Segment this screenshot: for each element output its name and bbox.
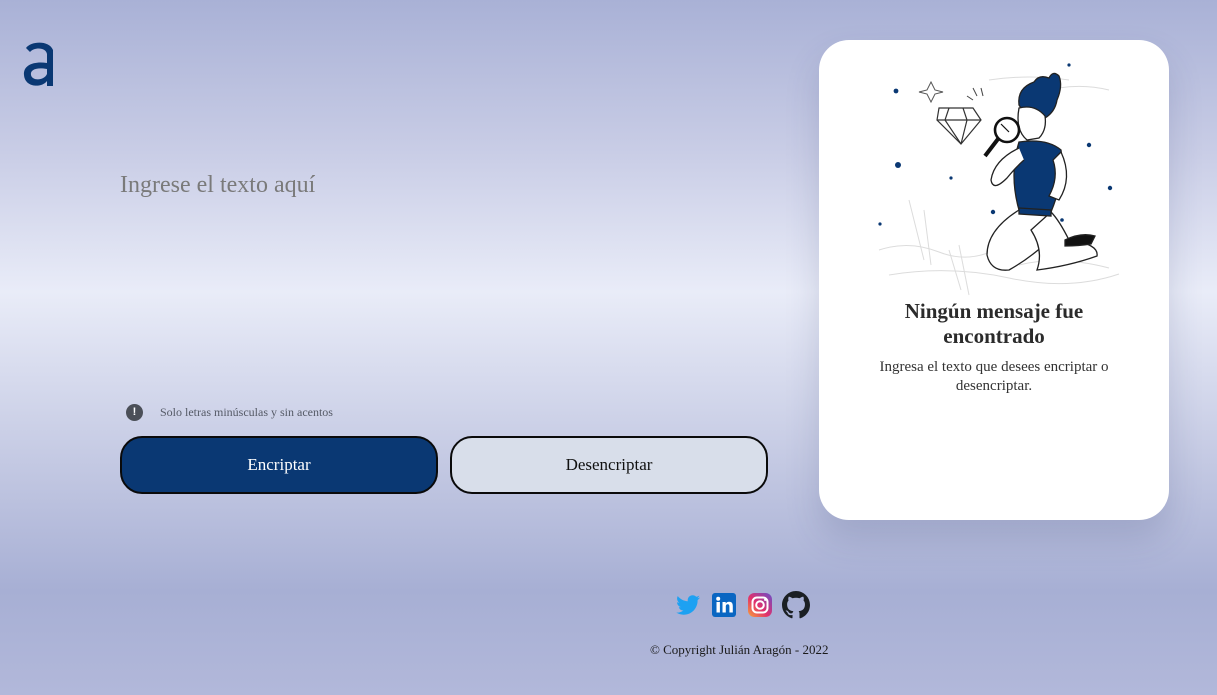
copyright-text: © Copyright Julián Aragón - 2022 bbox=[650, 642, 829, 657]
linkedin-icon[interactable] bbox=[710, 591, 738, 619]
encrypt-button[interactable]: Encriptar bbox=[120, 436, 438, 494]
empty-state-illustration bbox=[878, 63, 1120, 296]
exclamation-circle-icon: ! bbox=[126, 404, 143, 421]
hint-text: Solo letras minúsculas y sin acentos bbox=[160, 405, 333, 419]
github-icon[interactable] bbox=[782, 591, 810, 619]
message-input[interactable] bbox=[120, 172, 770, 387]
alura-logo-icon[interactable] bbox=[22, 40, 56, 90]
social-links bbox=[674, 591, 810, 619]
decrypt-button[interactable]: Desencriptar bbox=[450, 436, 768, 494]
empty-state-title: Ningún mensaje fue encontrado bbox=[904, 299, 1084, 348]
output-card: Ningún mensaje fue encontrado Ingresa el… bbox=[819, 40, 1169, 520]
twitter-icon[interactable] bbox=[674, 591, 702, 619]
input-hint: ! Solo letras minúsculas y sin acentos bbox=[126, 404, 333, 421]
empty-state-text: Ingresa el texto que desees encriptar o … bbox=[879, 359, 1109, 394]
instagram-icon[interactable] bbox=[746, 591, 774, 619]
